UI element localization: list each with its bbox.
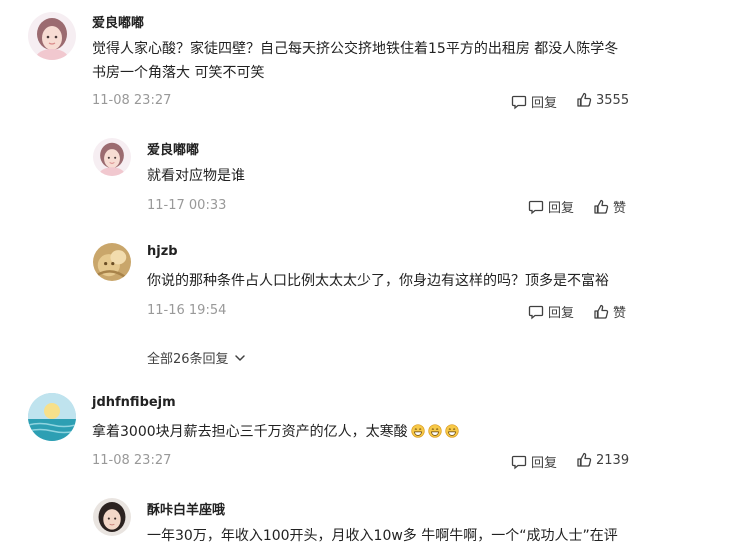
comment-time: 11-08 23:27	[92, 93, 172, 108]
comment-text-content: 拿着3000块月薪去担心三千万资产的亿人，太寒酸	[92, 424, 408, 440]
like-count: 3555	[596, 92, 630, 108]
reply-text: 你说的那种条件占人口比例太太太少了，你身边有这样的吗？顶多是不富裕	[147, 273, 609, 289]
comment-bubble-icon	[511, 455, 527, 469]
like-button[interactable]: 赞	[593, 302, 626, 321]
reply-user-name[interactable]: 爱良嘟嘟	[147, 139, 199, 158]
comment-time: 11-08 23:27	[92, 453, 172, 468]
reply-text: 就看对应物是谁	[147, 168, 245, 184]
show-all-replies-label: 全部26条回复	[147, 352, 229, 367]
reply-button[interactable]: 回复	[528, 302, 574, 321]
thumbs-up-icon	[577, 452, 592, 467]
reply-label: 回复	[548, 306, 575, 321]
reply-text: 一年30万，年收入100开头，月收入10w多 牛啊牛啊，一个“成功人士”在评	[147, 528, 618, 544]
sunset-sea-avatar-icon	[28, 393, 76, 441]
avatar[interactable]	[93, 243, 131, 281]
girl-avatar-icon	[28, 12, 76, 60]
comment-bubble-icon	[528, 305, 544, 319]
reply-user-name[interactable]: 酥咔白羊座哦	[147, 499, 225, 518]
comment-user-name[interactable]: jdhfnfibejm	[92, 395, 176, 410]
comment-text: 觉得人家心酸？家徒四壁？自己每天挤公交挤地铁住着15平方的出租房 都没人陈学冬 …	[92, 37, 712, 85]
comment-text-line: 觉得人家心酸？家徒四壁？自己每天挤公交挤地铁住着15平方的出租房 都没人陈学冬	[92, 41, 619, 57]
comment-bubble-icon	[528, 200, 544, 214]
thumbs-up-icon	[594, 304, 609, 319]
thumbs-up-icon	[577, 92, 592, 107]
like-button[interactable]: 3555	[576, 92, 629, 108]
girl-avatar-icon	[93, 138, 131, 176]
comment-user-name[interactable]: 爱良嘟嘟	[92, 12, 144, 31]
show-all-replies-button[interactable]: 全部26条回复	[147, 348, 247, 367]
reply-button[interactable]: 回复	[528, 197, 574, 216]
reply-time: 11-16 19:54	[147, 303, 227, 318]
avatar[interactable]	[28, 393, 76, 441]
reply-label: 回复	[548, 201, 575, 216]
comment-text: 拿着3000块月薪去担心三千万资产的亿人，太寒酸	[92, 420, 459, 444]
like-label: 赞	[613, 306, 627, 321]
girl-portrait-avatar-icon	[93, 498, 131, 536]
reply-time: 11-17 00:33	[147, 198, 227, 213]
grin-emoji-icon	[444, 424, 459, 438]
like-count: 2139	[596, 452, 630, 468]
comment-text-line: 书房一个角落大 可笑不可笑	[92, 65, 265, 81]
thumbs-up-icon	[594, 199, 609, 214]
cat-avatar-icon	[93, 243, 131, 281]
reply-button[interactable]: 回复	[511, 452, 557, 471]
grin-emoji-icon	[427, 424, 442, 438]
reply-button[interactable]: 回复	[511, 92, 557, 111]
reply-label: 回复	[531, 456, 558, 471]
like-button[interactable]: 赞	[593, 197, 626, 216]
avatar[interactable]	[28, 12, 76, 60]
reply-user-name[interactable]: hjzb	[147, 244, 178, 259]
avatar[interactable]	[93, 138, 131, 176]
avatar[interactable]	[93, 498, 131, 536]
reply-label: 回复	[531, 96, 558, 111]
chevron-down-icon	[234, 354, 245, 361]
comment-bubble-icon	[511, 95, 527, 109]
grin-emoji-icon	[410, 424, 425, 438]
like-label: 赞	[613, 201, 627, 216]
like-button[interactable]: 2139	[576, 452, 629, 468]
